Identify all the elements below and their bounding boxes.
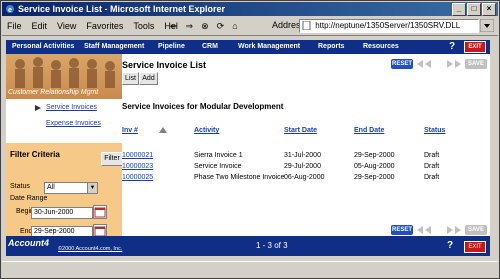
nav-work-management[interactable]: Work Management [238,43,300,50]
begin-date-input[interactable]: 30-Jun-2000 [31,207,93,219]
arrow-right-icon [35,105,41,111]
sidebar-link-expense-invoices[interactable]: Expense Invoices [46,120,101,127]
address-bar[interactable]: http://neptune/1350Server/1350SRV.DLL [299,19,479,33]
invoice-link[interactable]: 10000023 [122,163,153,170]
window-title: Service Invoice List - Microsoft Interne… [18,4,226,14]
nav-crm[interactable]: CRM [202,43,218,50]
svg-text:e: e [8,7,12,14]
exit-button[interactable]: EXIT [464,41,486,53]
end-date-cell: 29-Sep-2000 [354,152,395,159]
column-header-end-date[interactable]: End Date [354,127,384,134]
menu-tools[interactable]: Tools [133,19,154,33]
activity-cell: Phase Two Milestone Invoice [194,174,285,181]
table-row: 10000025 Phase Two Milestone Invoice 06-… [122,174,482,183]
account4-logo: Account4 [8,238,50,248]
forward-arrow-icon[interactable]: ⇒ [186,19,194,33]
status-bar [2,261,498,278]
save-button-bottom[interactable]: SAVE [465,225,487,235]
add-button[interactable]: Add [139,72,158,85]
footer: Account4 ©2000 Account4.com, Inc. 1 - 3 … [6,236,490,256]
nav-staff-management[interactable]: Staff Management [84,43,144,50]
end-date-cell: 29-Sep-2000 [354,174,395,181]
page-icon [302,21,311,30]
section-title: Service Invoices for Modular Development [122,102,284,111]
status-cell: Draft [424,163,440,170]
crm-logo: Customer Relationship Mgmt [6,54,122,99]
date-range-label: Date Range [10,195,48,202]
pager-arrows-icon [417,60,461,68]
home-icon[interactable]: ⌂ [232,19,237,33]
back-arrow-icon[interactable]: ⇐ [170,19,178,33]
status-cell: Draft [424,152,440,159]
menu-edit[interactable]: Edit [32,19,48,33]
table-row: 10000023 Service Invoice 29-Jul-2000 05-… [122,163,482,172]
sidebar-nav: Service Invoices Expense Invoices [6,99,122,143]
nav-pipeline[interactable]: Pipeline [158,43,185,50]
reset-button[interactable]: RESET [391,59,413,69]
browser-window: e Service Invoice List - Microsoft Inter… [0,0,500,279]
address-value: http://neptune/1350Server/1350SRV.DLL [315,21,461,30]
nav-resources[interactable]: Resources [363,43,399,50]
save-button[interactable]: SAVE [465,59,487,69]
minimize-button[interactable]: _ [452,3,466,16]
maximize-button[interactable]: □ [467,3,481,16]
activity-cell: Sierra Invoice 1 [194,152,243,159]
sidebar-link-service-invoices[interactable]: Service Invoices [46,104,97,111]
logo-text: Customer Relationship Mgmt [8,89,99,96]
left-sidebar: Customer Relationship Mgmt Service Invoi… [6,54,123,256]
status-label: Status [10,183,30,190]
status-select-value: All [47,184,55,191]
list-button[interactable]: List [122,72,139,85]
help-icon[interactable]: ? [447,41,457,52]
main-area: Service Invoice List List Add RESET SAVE… [122,54,490,256]
nav-personal-activities[interactable]: Personal Activities [12,43,74,50]
activity-cell: Service Invoice [194,163,242,170]
exit-button-bottom[interactable]: EXIT [464,241,486,253]
help-icon[interactable]: ? [447,240,453,251]
filter-title: Filter Criteria [10,150,60,159]
status-select[interactable]: All ▼ [44,182,98,194]
column-header-status[interactable]: Status [424,127,445,134]
app-top-nav: Personal Activities Staff Management Pip… [6,40,490,54]
copyright-link[interactable]: ©2000 Account4.com, Inc. [58,246,122,252]
menu-file[interactable]: File [7,19,22,33]
menu-favorites[interactable]: Favorites [86,19,123,33]
column-header-start-date[interactable]: Start Date [284,127,317,134]
start-date-cell: 31-Jul-2000 [284,152,321,159]
status-cell: Draft [424,174,440,181]
pager-arrows-icon [417,226,461,234]
menu-bar: File Edit View Favorites Tools Hel ⇐ ⇒ ⊗… [2,17,498,36]
stop-icon[interactable]: ⊗ [201,19,209,33]
people-silhouette-image [15,57,115,88]
content-area: Customer Relationship Mgmt Service Invoi… [6,54,490,256]
start-date-cell: 29-Jul-2000 [284,163,321,170]
invoice-link[interactable]: 10000021 [122,152,153,159]
column-header-inv[interactable]: Inv # [122,127,138,134]
go-dropdown-icon[interactable] [480,19,494,32]
column-header-activity[interactable]: Activity [194,127,219,134]
pager-text: 1 - 3 of 3 [256,241,288,250]
nav-reports[interactable]: Reports [318,43,344,50]
internet-explorer-icon: e [6,5,14,14]
page-title: Service Invoice List [122,60,207,70]
table-row: 10000021 Sierra Invoice 1 31-Jul-2000 29… [122,152,482,161]
end-date-cell: 05-Aug-2000 [354,163,395,170]
calendar-icon[interactable] [93,205,107,219]
chevron-down-icon: ▼ [87,183,97,193]
filter-button[interactable]: Filter [101,152,123,166]
refresh-icon[interactable]: ⟳ [217,19,225,33]
invoice-link[interactable]: 10000025 [122,174,153,181]
sort-arrow-icon[interactable] [159,127,167,133]
start-date-cell: 06-Aug-2000 [284,174,325,181]
window-title-bar: e Service Invoice List - Microsoft Inter… [2,2,498,16]
reset-button-bottom[interactable]: RESET [391,225,413,235]
filter-panel: Filter Criteria Filter Status All ▼ Date… [6,144,123,248]
menu-view[interactable]: View [57,19,76,33]
close-button[interactable]: × [482,3,496,16]
